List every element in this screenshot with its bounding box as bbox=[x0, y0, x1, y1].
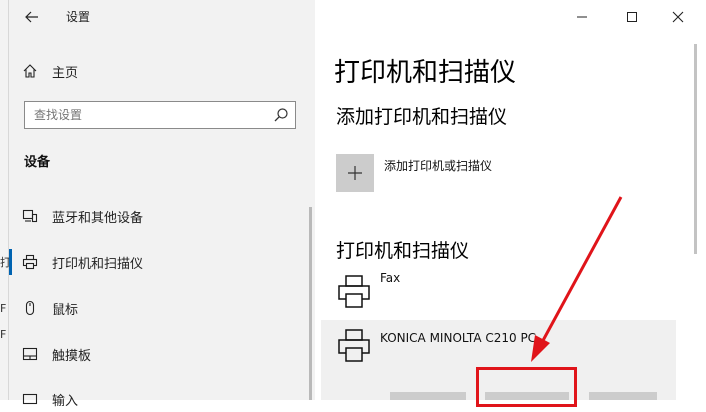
annotation-arrow bbox=[531, 196, 623, 362]
